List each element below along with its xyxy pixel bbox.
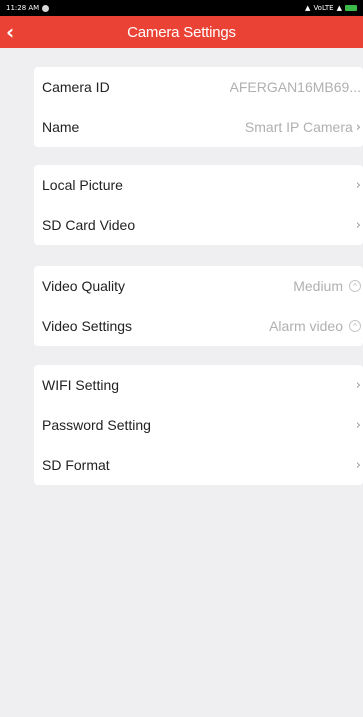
- settings-group-device: WIFI Setting › Password Setting › SD For…: [34, 365, 363, 485]
- row-value: ›: [356, 218, 363, 233]
- settings-group-video: Video Quality Medium ^ Video Settings Al…: [34, 266, 363, 346]
- chevron-right-icon: ›: [355, 417, 361, 433]
- row-sd-format[interactable]: SD Format ›: [34, 445, 363, 485]
- network-label: VoLTE: [313, 4, 334, 12]
- row-label: Video Settings: [42, 318, 133, 334]
- header-bar: ‹ Camera Settings: [0, 16, 363, 48]
- row-label: WIFI Setting: [42, 377, 120, 393]
- row-label: Local Picture: [42, 177, 123, 193]
- chevron-right-icon: ›: [355, 119, 361, 135]
- status-time: 11:28 AM: [6, 4, 40, 12]
- chevron-up-circle-icon: ^: [349, 280, 361, 292]
- status-right: ▲ VoLTE ▲: [305, 4, 357, 12]
- chevron-right-icon: ›: [355, 457, 361, 473]
- name-value: Smart IP Camera ›: [244, 119, 361, 135]
- row-wifi-setting[interactable]: WIFI Setting ›: [34, 365, 363, 405]
- row-label: Password Setting: [42, 417, 151, 433]
- video-settings-value: Alarm video ^: [269, 318, 363, 334]
- chevron-right-icon: ›: [355, 177, 361, 193]
- row-label: Name: [42, 119, 80, 135]
- battery-icon: [345, 5, 357, 11]
- row-password-setting[interactable]: Password Setting ›: [34, 405, 363, 445]
- row-local-picture[interactable]: Local Picture ›: [34, 165, 363, 205]
- page-title: Camera Settings: [127, 23, 236, 41]
- row-label: Camera ID: [42, 79, 110, 95]
- chevron-up-circle-icon: ^: [349, 320, 361, 332]
- settings-group-camera: Camera ID AFERGAN16MB69... Name Smart IP…: [34, 67, 363, 147]
- row-value: ›: [356, 418, 363, 433]
- row-value: ›: [356, 178, 363, 193]
- signal-icon: ▲: [305, 4, 311, 12]
- back-button[interactable]: ‹: [6, 22, 14, 42]
- row-video-quality[interactable]: Video Quality Medium ^: [34, 266, 363, 306]
- chevron-right-icon: ›: [355, 217, 361, 233]
- video-quality-value: Medium ^: [293, 278, 363, 294]
- row-camera-id[interactable]: Camera ID AFERGAN16MB69...: [34, 67, 363, 107]
- status-left: 11:28 AM: [6, 4, 50, 12]
- row-label: SD Format: [42, 457, 110, 473]
- status-bar: 11:28 AM ▲ VoLTE ▲: [0, 0, 363, 16]
- row-value: ›: [356, 378, 363, 393]
- row-value: ›: [356, 458, 363, 473]
- settings-group-media: Local Picture › SD Card Video ›: [34, 165, 363, 245]
- row-sd-card-video[interactable]: SD Card Video ›: [34, 205, 363, 245]
- row-label: SD Card Video: [42, 217, 136, 233]
- row-label: Video Quality: [42, 278, 126, 294]
- row-video-settings[interactable]: Video Settings Alarm video ^: [34, 306, 363, 346]
- row-name[interactable]: Name Smart IP Camera ›: [34, 107, 363, 147]
- notification-icon: [42, 4, 50, 12]
- signal-strength-icon: ▲: [336, 4, 342, 12]
- chevron-right-icon: ›: [355, 377, 361, 393]
- camera-id-value: AFERGAN16MB69...: [229, 79, 362, 95]
